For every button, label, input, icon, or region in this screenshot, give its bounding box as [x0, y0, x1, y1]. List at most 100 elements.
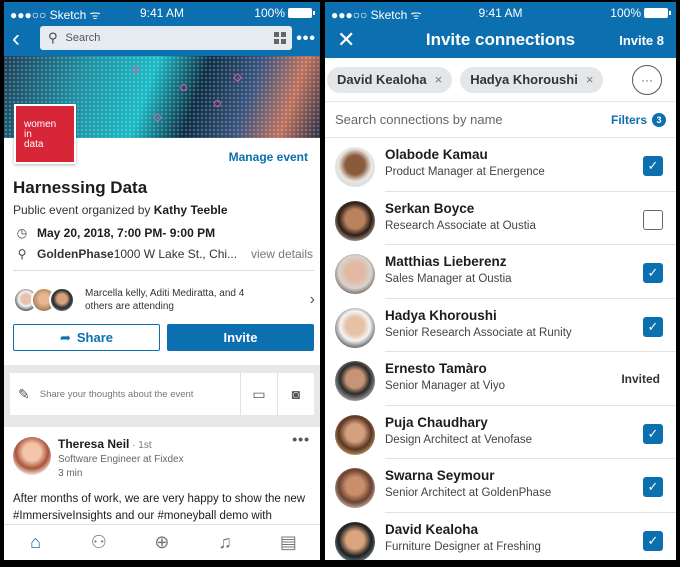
connection-role: Furniture Designer at Freshing	[385, 540, 541, 553]
qr-code-icon[interactable]	[274, 32, 286, 44]
filters-count-badge: 3	[652, 112, 666, 127]
attendee-avatars	[13, 287, 75, 313]
avatar	[335, 147, 375, 187]
divider	[13, 270, 314, 271]
search-input[interactable]: ⚲ Search	[40, 26, 292, 50]
select-checkbox[interactable]: ✓	[643, 156, 663, 176]
datetime-text: May 20, 2018, 7:00 PM- 9:00 PM	[37, 226, 216, 240]
more-options-icon[interactable]: •••	[296, 30, 316, 48]
video-icon[interactable]: ▭	[240, 373, 277, 415]
select-checkbox[interactable]: ✓	[643, 477, 663, 497]
author-name: Theresa Neil	[58, 437, 130, 451]
invite-header: ✕ Invite connections Invite 8	[325, 24, 676, 58]
select-checkbox[interactable]: ✓	[643, 316, 663, 337]
add-post-icon[interactable]: ⊕	[142, 532, 182, 553]
connection-name: Matthias Lieberenz	[385, 254, 507, 269]
selected-chips: David Kealoha × Hadya Khoroushi × ···	[325, 58, 676, 102]
event-screen: ●●●○○ Sketch ᯤ 9:41 AM 100% ‹ ⚲ Search •…	[4, 2, 320, 560]
connection-name: Serkan Boyce	[385, 200, 475, 216]
event-organizer: Public event organized by Kathy Teeble	[13, 203, 228, 217]
connection-row[interactable]: Puja Chaudhary Design Architect at Venofa…	[325, 406, 676, 460]
logo-line: data	[24, 139, 44, 150]
top-bar: ‹ ⚲ Search •••	[4, 24, 320, 56]
select-checkbox[interactable]: ✓	[643, 263, 663, 283]
manage-event-link[interactable]: Manage event	[229, 150, 308, 164]
women-in-data-logo: women in data	[14, 104, 76, 164]
share-arrow-icon: ➦	[59, 329, 71, 345]
battery-icon	[288, 8, 315, 18]
connection-row[interactable]: Swarna Seymour Senior Architect at Golden…	[325, 459, 676, 513]
clock-icon: ◷	[16, 226, 28, 240]
invite-count-button[interactable]: Invite 8	[619, 33, 664, 48]
attendees-text: Marcella kelly, Aditi Mediratta, and 4 o…	[85, 288, 245, 312]
status-bar: ●●●○○ Sketch ᯤ 9:41 AM 100%	[4, 2, 320, 24]
chip-label: Hadya Khoroushi	[470, 72, 578, 87]
bottom-tab-bar: ⌂ ⚇ ⊕ ♫ ▤	[4, 524, 320, 560]
connection-degree: · 1st	[129, 440, 152, 451]
post-timestamp: 3 min	[58, 468, 83, 479]
briefcase-icon[interactable]: ▤	[268, 532, 308, 553]
select-checkbox[interactable]	[643, 209, 663, 230]
more-chips-button[interactable]: ···	[632, 64, 662, 95]
view-details-link[interactable]: view details	[251, 247, 313, 261]
event-location: ⚲ GoldenPhase 1000 W Lake St., Chi... vi…	[13, 247, 313, 261]
share-label: Share	[76, 330, 114, 345]
avatar	[335, 200, 375, 241]
connection-name: Hadya Khoroushi	[385, 307, 497, 323]
remove-icon[interactable]: ×	[586, 72, 594, 87]
status-bar: ●●●○○ Sketch ᯤ 9:41 AM 100%	[325, 2, 676, 24]
invited-status: Invited	[621, 372, 660, 386]
connection-row[interactable]: David Kealoha Furniture Designer at Fresh…	[325, 513, 676, 560]
selected-chip[interactable]: Hadya Khoroushi ×	[460, 66, 604, 93]
check-icon: ✓	[647, 532, 659, 548]
connection-row[interactable]: Olabode Kamau Product Manager at Energenc…	[325, 138, 676, 192]
connection-role: Sales Manager at Oustia	[385, 273, 512, 285]
battery-percent: 100%	[610, 6, 641, 20]
check-icon: ✓	[647, 158, 659, 173]
camera-icon[interactable]: ◙	[277, 373, 314, 415]
selected-chip[interactable]: David Kealoha ×	[327, 66, 453, 93]
attendees-row[interactable]: Marcella kelly, Aditi Mediratta, and 4 o…	[13, 282, 315, 318]
event-title: Harnessing Data	[13, 178, 148, 197]
composer-section: ✎ Share your thoughts about the event ▭ …	[4, 365, 320, 427]
connection-row[interactable]: Hadya Khoroushi Senior Research Associate…	[325, 299, 676, 353]
back-icon[interactable]: ‹	[12, 26, 20, 52]
battery-indicator: 100%	[254, 6, 315, 20]
organizer-prefix: Public event organized by	[13, 203, 154, 217]
venue-address: 1000 W Lake St., Chi...	[113, 247, 238, 261]
post-more-icon[interactable]: •••	[292, 431, 310, 447]
connection-name: David Kealoha	[385, 521, 479, 537]
network-icon[interactable]: ⚇	[79, 532, 119, 553]
share-button[interactable]: ➦ Share	[13, 324, 160, 351]
connection-row[interactable]: Ernesto Tamàro Senior Manager at Viyo Invi…	[325, 352, 676, 406]
invite-button[interactable]: Invite	[167, 324, 314, 351]
connection-name: Ernesto Tamàro	[385, 361, 487, 376]
select-checkbox[interactable]: ✓	[643, 423, 663, 444]
avatar[interactable]	[13, 437, 51, 475]
connection-search-input[interactable]: Search connections by name	[335, 112, 503, 127]
filters-label: Filters	[610, 112, 647, 127]
share-thoughts-input[interactable]: ✎ Share your thoughts about the event	[10, 373, 240, 415]
select-checkbox[interactable]: ✓	[643, 530, 663, 551]
post-author[interactable]: Theresa Neil · 1st	[58, 437, 152, 451]
check-icon: ✓	[647, 425, 659, 441]
event-datetime: ◷ May 20, 2018, 7:00 PM- 9:00 PM	[13, 226, 215, 240]
filters-button[interactable]: Filters 3	[610, 112, 666, 127]
remove-icon[interactable]: ×	[435, 72, 443, 87]
battery-icon	[644, 8, 671, 18]
search-placeholder: Search	[65, 32, 101, 44]
connection-row[interactable]: Serkan Boyce Research Associate at Oustia	[325, 192, 676, 246]
home-icon[interactable]: ⌂	[16, 532, 56, 553]
venue-name: GoldenPhase	[37, 247, 114, 261]
connection-name: Olabode Kamau	[385, 147, 488, 162]
chevron-right-icon: ›	[309, 291, 315, 308]
bell-icon[interactable]: ♫	[205, 532, 245, 553]
organizer-name[interactable]: Kathy Teeble	[154, 203, 228, 217]
connection-name: Swarna Seymour	[385, 468, 495, 483]
connection-role: Product Manager at Energence	[385, 166, 545, 178]
battery-percent: 100%	[254, 6, 285, 20]
connection-role: Research Associate at Oustia	[385, 219, 536, 232]
composer-placeholder: Share your thoughts about the event	[39, 388, 194, 400]
invite-connections-screen: ●●●○○ Sketch ᯤ 9:41 AM 100% ✕ Invite con…	[325, 2, 676, 560]
connection-row[interactable]: Matthias Lieberenz Sales Manager at Ousti…	[325, 245, 676, 299]
